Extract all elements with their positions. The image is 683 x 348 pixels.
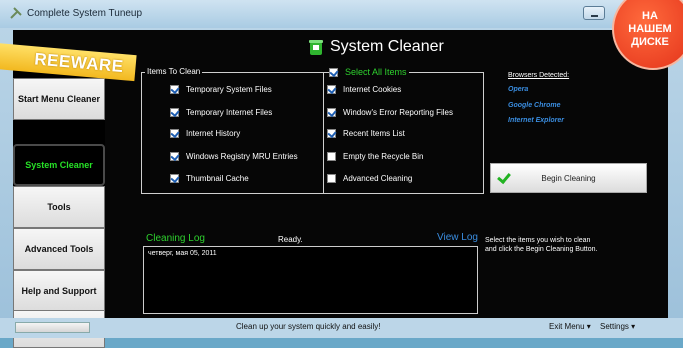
checkbox-label: Window's Error Reporting Files	[343, 108, 454, 117]
checkbox-error-reporting-files[interactable]: Window's Error Reporting Files	[327, 108, 453, 117]
status-message: Clean up your system quickly and easily!	[236, 322, 381, 331]
items-to-clean-legend: Items To Clean	[145, 67, 203, 76]
checkbox-internet-history[interactable]: Internet History	[170, 129, 240, 138]
browsers-detected-title: Browsers Detected:	[508, 72, 570, 79]
instruction-text: Select the items you wish to clean and c…	[485, 237, 598, 253]
checkbox-box[interactable]	[327, 174, 336, 183]
checkbox-label: Recent Items List	[343, 129, 405, 138]
select-all-checkbox-box[interactable]	[329, 67, 338, 77]
checkbox-temporary-system-files[interactable]: Temporary System Files	[170, 85, 272, 94]
page-title: System Cleaner	[330, 38, 444, 55]
window-title: Complete System Tuneup	[27, 8, 143, 19]
checkbox-label: Empty the Recycle Bin	[343, 152, 424, 161]
checkbox-thumbnail-cache[interactable]: Thumbnail Cache	[170, 174, 249, 183]
sidebar-item-tools[interactable]: Tools	[13, 186, 105, 228]
badge-line-1: НА	[642, 10, 658, 22]
checkbox-label: Temporary Internet Files	[186, 108, 273, 117]
checkbox-internet-cookies[interactable]: Internet Cookies	[327, 85, 401, 94]
checkbox-empty-recycle-bin[interactable]: Empty the Recycle Bin	[327, 152, 423, 161]
cleaning-log-box[interactable]: четверг, мая 05, 2011	[143, 246, 478, 314]
log-status: Ready.	[278, 235, 303, 244]
title-bar: Complete System Tuneup	[0, 0, 683, 28]
checkbox-label: Internet Cookies	[343, 85, 402, 94]
minimize-button[interactable]	[583, 6, 605, 20]
trash-icon	[309, 40, 323, 55]
checkbox-box[interactable]	[170, 152, 179, 161]
browser-google-chrome: Google Chrome	[508, 102, 561, 109]
checkbox-label: Thumbnail Cache	[186, 174, 249, 183]
checkbox-label: Windows Registry MRU Entries	[186, 152, 298, 161]
view-log-link[interactable]: View Log	[437, 232, 478, 243]
select-all-checkbox[interactable]: Select All Items	[329, 67, 409, 77]
begin-cleaning-label: Begin Cleaning	[541, 173, 596, 183]
sidebar-item-help-and-support[interactable]: Help and Support	[13, 270, 105, 312]
checkbox-label: Temporary System Files	[186, 85, 272, 94]
browser-opera: Opera	[508, 86, 529, 93]
checkbox-box[interactable]	[327, 129, 336, 138]
checkbox-label: Internet History	[186, 129, 241, 138]
browser-internet-explorer: Internet Explorer	[508, 117, 565, 124]
sidebar-item-system-cleaner[interactable]: System Cleaner	[13, 144, 105, 186]
checkbox-box[interactable]	[170, 129, 179, 138]
checkbox-box[interactable]	[170, 108, 179, 117]
checkbox-windows-registry-mru[interactable]: Windows Registry MRU Entries	[170, 152, 298, 161]
checkbox-box[interactable]	[170, 85, 179, 94]
sidebar: Start Menu Cleaner System Cleaner Tools …	[13, 62, 105, 348]
checkbox-box[interactable]	[327, 85, 336, 94]
checkbox-label: Advanced Cleaning	[343, 174, 413, 183]
progress-bar	[15, 322, 90, 333]
cleaning-log-label: Cleaning Log	[146, 233, 205, 244]
begin-cleaning-button[interactable]: Begin Cleaning	[490, 163, 647, 193]
status-bar: Clean up your system quickly and easily!…	[0, 318, 683, 338]
settings-button[interactable]: Settings ▾	[600, 322, 635, 331]
checkmark-icon	[497, 169, 511, 185]
checkbox-advanced-cleaning[interactable]: Advanced Cleaning	[327, 174, 412, 183]
checkbox-recent-items-list[interactable]: Recent Items List	[327, 129, 405, 138]
checkbox-box[interactable]	[327, 152, 336, 161]
select-all-label: Select All Items	[345, 67, 407, 77]
checkbox-temporary-internet-files[interactable]: Temporary Internet Files	[170, 108, 272, 117]
checkbox-box[interactable]	[170, 174, 179, 183]
log-entry: четверг, мая 05, 2011	[148, 250, 217, 257]
sidebar-item-start-menu-cleaner[interactable]: Start Menu Cleaner	[13, 78, 105, 120]
exit-menu-button[interactable]: Exit Menu ▾	[549, 322, 591, 331]
badge-line-3: ДИСКЕ	[631, 36, 669, 48]
checkbox-box[interactable]	[327, 108, 336, 117]
app-icon	[10, 7, 22, 19]
sidebar-item-advanced-tools[interactable]: Advanced Tools	[13, 228, 105, 270]
badge-line-2: НАШЕМ	[628, 23, 672, 35]
app-window: Complete System Tuneup НА НАШЕМ ДИСКЕ St…	[0, 0, 683, 348]
